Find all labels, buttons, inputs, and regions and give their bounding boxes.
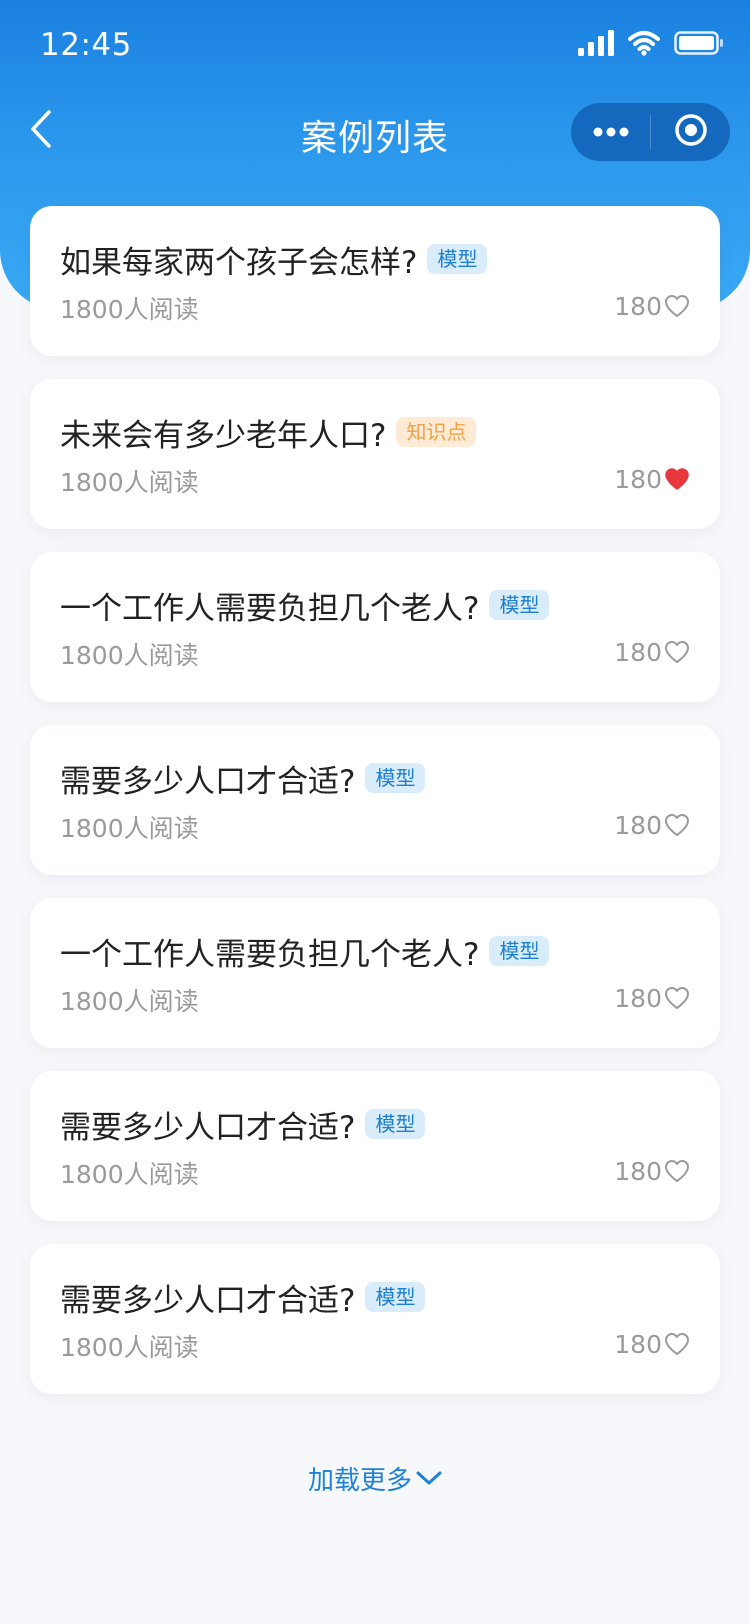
like-button[interactable]: 180	[614, 1155, 690, 1187]
card-title: 一个工作人需要负担几个老人?	[60, 590, 480, 627]
like-button[interactable]: 180	[614, 809, 690, 841]
card-title-row: 一个工作人需要负担几个老人? 模型	[60, 931, 550, 973]
load-more-button[interactable]: 加载更多	[0, 1456, 750, 1500]
close-button[interactable]	[651, 103, 730, 161]
more-dots-icon	[593, 123, 629, 142]
card-title: 一个工作人需要负担几个老人?	[60, 936, 480, 973]
like-button[interactable]: 180	[614, 1328, 690, 1360]
case-card[interactable]: 需要多少人口才合适? 模型 1800人阅读 180	[30, 725, 720, 875]
case-card[interactable]: 需要多少人口才合适? 模型 1800人阅读 180	[30, 1071, 720, 1221]
card-tag: 模型	[365, 1109, 426, 1139]
wifi-icon	[628, 30, 660, 60]
card-tag: 模型	[489, 590, 550, 620]
card-title-row: 需要多少人口才合适? 模型	[60, 1277, 426, 1319]
card-read-count: 1800人阅读	[60, 987, 199, 1016]
like-count: 180	[614, 983, 662, 1013]
like-count: 180	[614, 464, 662, 494]
card-read-count: 1800人阅读	[60, 468, 199, 497]
status-time: 12:45	[40, 27, 132, 63]
card-title: 需要多少人口才合适?	[60, 1109, 356, 1146]
heart-outline-icon	[664, 640, 690, 664]
like-button[interactable]: 180	[614, 290, 690, 322]
case-card[interactable]: 需要多少人口才合适? 模型 1800人阅读 180	[30, 1244, 720, 1394]
card-title-row: 如果每家两个孩子会怎样? 模型	[60, 239, 488, 281]
card-title-row: 一个工作人需要负担几个老人? 模型	[60, 585, 550, 627]
card-title-row: 需要多少人口才合适? 模型	[60, 758, 426, 800]
heart-outline-icon	[664, 813, 690, 837]
card-tag: 知识点	[396, 417, 477, 447]
signal-icon	[578, 30, 614, 60]
case-card[interactable]: 如果每家两个孩子会怎样? 模型 1800人阅读 180	[30, 206, 720, 356]
heart-outline-icon	[664, 1332, 690, 1356]
like-count: 180	[614, 637, 662, 667]
status-bar: 12:45	[0, 0, 750, 90]
target-circle-icon	[674, 113, 708, 151]
card-title: 需要多少人口才合适?	[60, 763, 356, 800]
card-title: 需要多少人口才合适?	[60, 1282, 356, 1319]
mini-program-capsule	[571, 103, 730, 161]
like-count: 180	[614, 1156, 662, 1186]
case-list: 如果每家两个孩子会怎样? 模型 1800人阅读 180 未来会有多少老年人口? …	[30, 206, 720, 1417]
card-read-count: 1800人阅读	[60, 295, 199, 324]
card-read-count: 1800人阅读	[60, 641, 199, 670]
case-card[interactable]: 一个工作人需要负担几个老人? 模型 1800人阅读 180	[30, 898, 720, 1048]
case-card[interactable]: 未来会有多少老年人口? 知识点 1800人阅读 180	[30, 379, 720, 529]
load-more-label: 加载更多	[307, 1465, 412, 1496]
card-tag: 模型	[365, 1282, 426, 1312]
chevron-down-icon	[416, 1463, 442, 1493]
case-card[interactable]: 一个工作人需要负担几个老人? 模型 1800人阅读 180	[30, 552, 720, 702]
heart-outline-icon	[664, 1159, 690, 1183]
card-read-count: 1800人阅读	[60, 1160, 199, 1189]
card-read-count: 1800人阅读	[60, 814, 199, 843]
card-title-row: 未来会有多少老年人口? 知识点	[60, 412, 477, 454]
like-button[interactable]: 180	[614, 463, 690, 495]
card-title: 未来会有多少老年人口?	[60, 417, 387, 454]
like-count: 180	[614, 1329, 662, 1359]
card-title: 如果每家两个孩子会怎样?	[60, 244, 418, 281]
card-tag: 模型	[427, 244, 488, 274]
battery-icon	[674, 31, 724, 59]
like-count: 180	[614, 810, 662, 840]
more-button[interactable]	[571, 103, 650, 161]
like-button[interactable]: 180	[614, 982, 690, 1014]
heart-outline-icon	[664, 294, 690, 318]
card-tag: 模型	[365, 763, 426, 793]
heart-outline-icon	[664, 986, 690, 1010]
nav-bar: 案例列表	[0, 95, 750, 165]
heart-filled-icon	[664, 467, 690, 491]
like-count: 180	[614, 291, 662, 321]
like-button[interactable]: 180	[614, 636, 690, 668]
card-tag: 模型	[489, 936, 550, 966]
status-icons	[578, 30, 724, 60]
card-read-count: 1800人阅读	[60, 1333, 199, 1362]
card-title-row: 需要多少人口才合适? 模型	[60, 1104, 426, 1146]
